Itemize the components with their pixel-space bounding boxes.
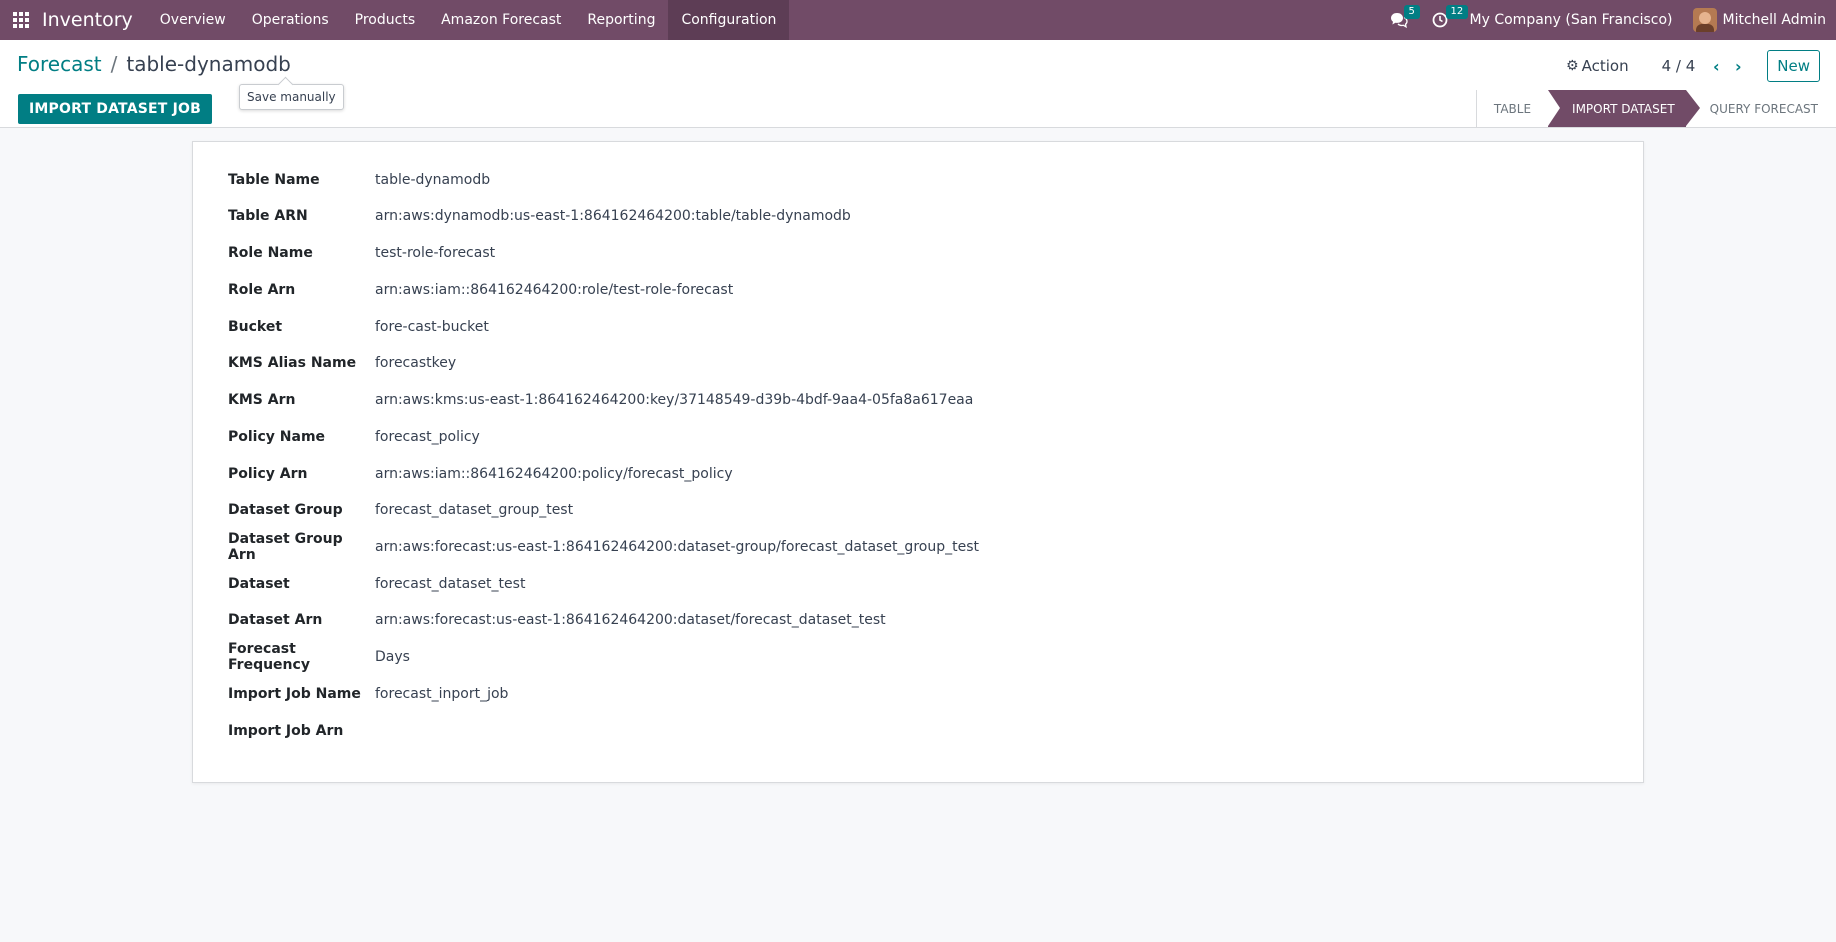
field-label: Role Name bbox=[228, 245, 313, 261]
pager-previous-button[interactable]: ‹ bbox=[1705, 55, 1727, 77]
field-value[interactable]: arn:aws:dynamodb:us-east-1:864162464200:… bbox=[375, 208, 851, 224]
field-label: Policy Arn bbox=[228, 466, 308, 482]
save-manually-tooltip: Save manually bbox=[239, 84, 344, 110]
field-policy-arn: Policy Arn arn:aws:iam::864162464200:pol… bbox=[228, 462, 733, 486]
activities-count-badge: 12 bbox=[1445, 5, 1469, 19]
field-label: Bucket bbox=[228, 319, 283, 335]
field-label: Table Name bbox=[228, 172, 320, 188]
app-brand[interactable]: Inventory bbox=[42, 9, 133, 31]
field-value[interactable]: forecast_dataset_group_test bbox=[375, 502, 573, 518]
gear-icon: ⚙ bbox=[1566, 58, 1579, 74]
field-label: Policy Name bbox=[228, 429, 326, 445]
chevron-right-icon: › bbox=[1734, 56, 1742, 76]
stage-query-forecast[interactable]: QUERY FORECAST bbox=[1686, 90, 1836, 127]
menu-item-products[interactable]: Products bbox=[342, 0, 428, 40]
field-dataset-arn: Dataset Arn arn:aws:forecast:us-east-1:8… bbox=[228, 608, 886, 632]
field-value[interactable]: arn:aws:kms:us-east-1:864162464200:key/3… bbox=[375, 392, 973, 408]
menu-item-operations[interactable]: Operations bbox=[239, 0, 342, 40]
field-value[interactable]: arn:aws:forecast:us-east-1:864162464200:… bbox=[375, 612, 886, 628]
field-label: KMS Arn bbox=[228, 392, 296, 408]
field-kms-arn: KMS Arn arn:aws:kms:us-east-1:8641624642… bbox=[228, 388, 973, 412]
field-role-arn: Role Arn arn:aws:iam::864162464200:role/… bbox=[228, 278, 733, 302]
import-dataset-job-button[interactable]: IMPORT DATASET JOB bbox=[18, 94, 212, 124]
breadcrumb: Forecast / table-dynamodb bbox=[17, 52, 291, 76]
messages-count-badge: 5 bbox=[1403, 5, 1420, 19]
field-label: Table ARN bbox=[228, 208, 308, 224]
breadcrumb-forecast-link[interactable]: Forecast bbox=[17, 52, 102, 76]
field-import-job-name: Import Job Name forecast_inport_job bbox=[228, 682, 508, 706]
field-value[interactable]: forecast_policy bbox=[375, 429, 480, 445]
field-table-arn: Table ARN arn:aws:dynamodb:us-east-1:864… bbox=[228, 204, 851, 228]
messages-button[interactable]: 5 bbox=[1378, 0, 1420, 40]
field-value[interactable]: forecast_inport_job bbox=[375, 686, 508, 702]
field-value[interactable]: Days bbox=[375, 649, 410, 665]
form-sheet: Table Name table-dynamodb Table ARN arn:… bbox=[192, 141, 1644, 783]
menu-item-amazon-forecast[interactable]: Amazon Forecast bbox=[428, 0, 574, 40]
field-value[interactable]: arn:aws:forecast:us-east-1:864162464200:… bbox=[375, 539, 979, 555]
main-menu: Overview Operations Products Amazon Fore… bbox=[147, 0, 790, 40]
field-label: Dataset Arn bbox=[228, 612, 323, 628]
field-label: Role Arn bbox=[228, 282, 296, 298]
field-import-job-arn: Import Job Arn bbox=[228, 719, 375, 743]
stage-import-dataset[interactable]: IMPORT DATASET bbox=[1548, 90, 1700, 127]
menu-item-reporting[interactable]: Reporting bbox=[574, 0, 668, 40]
action-menu-button[interactable]: ⚙ Action bbox=[1566, 57, 1629, 75]
field-dataset: Dataset forecast_dataset_test bbox=[228, 572, 525, 596]
field-label: Dataset Group bbox=[228, 502, 343, 518]
breadcrumb-current: table-dynamodb bbox=[126, 52, 291, 76]
field-dataset-group: Dataset Group forecast_dataset_group_tes… bbox=[228, 498, 573, 522]
field-value[interactable]: arn:aws:iam::864162464200:role/test-role… bbox=[375, 282, 733, 298]
status-bar: TABLE IMPORT DATASET QUERY FORECAST bbox=[1475, 90, 1836, 127]
field-value[interactable]: forecastkey bbox=[375, 355, 456, 371]
field-dataset-group-arn: Dataset Group Arn arn:aws:forecast:us-ea… bbox=[228, 531, 979, 563]
field-value[interactable]: test-role-forecast bbox=[375, 245, 495, 261]
menu-item-configuration[interactable]: Configuration bbox=[668, 0, 790, 40]
field-value[interactable]: fore-cast-bucket bbox=[375, 319, 489, 335]
breadcrumb-separator: / bbox=[110, 52, 118, 76]
field-value[interactable]: forecast_dataset_test bbox=[375, 576, 525, 592]
user-name: Mitchell Admin bbox=[1722, 12, 1827, 28]
field-label: Import Job Name bbox=[228, 686, 361, 702]
field-value[interactable]: table-dynamodb bbox=[375, 172, 490, 188]
stage-table[interactable]: TABLE bbox=[1477, 90, 1548, 127]
top-navbar: Inventory Overview Operations Products A… bbox=[0, 0, 1836, 40]
field-label: Import Job Arn bbox=[228, 723, 344, 739]
field-kms-alias-name: KMS Alias Name forecastkey bbox=[228, 351, 456, 375]
field-label: KMS Alias Name bbox=[228, 355, 357, 371]
avatar bbox=[1692, 8, 1717, 32]
field-role-name: Role Name test-role-forecast bbox=[228, 241, 495, 265]
action-label: Action bbox=[1581, 57, 1629, 75]
field-forecast-frequency: Forecast Frequency Days bbox=[228, 641, 410, 673]
pager-next-button[interactable]: › bbox=[1727, 55, 1749, 77]
field-policy-name: Policy Name forecast_policy bbox=[228, 425, 480, 449]
user-menu[interactable]: Mitchell Admin bbox=[1683, 8, 1827, 32]
apps-menu-icon[interactable] bbox=[0, 0, 42, 40]
field-bucket: Bucket fore-cast-bucket bbox=[228, 315, 489, 339]
field-table-name: Table Name table-dynamodb bbox=[228, 168, 490, 192]
chevron-left-icon: ‹ bbox=[1712, 56, 1720, 76]
field-label: Dataset Group Arn bbox=[228, 531, 343, 563]
field-label: Dataset bbox=[228, 576, 290, 592]
company-switcher[interactable]: My Company (San Francisco) bbox=[1460, 12, 1683, 28]
field-value[interactable]: arn:aws:iam::864162464200:policy/forecas… bbox=[375, 466, 733, 482]
menu-item-overview[interactable]: Overview bbox=[147, 0, 239, 40]
activities-button[interactable]: 12 bbox=[1420, 0, 1469, 40]
field-label: Forecast Frequency bbox=[228, 641, 310, 673]
new-button[interactable]: New bbox=[1767, 50, 1820, 82]
pager-value[interactable]: 4 / 4 bbox=[1662, 57, 1696, 75]
